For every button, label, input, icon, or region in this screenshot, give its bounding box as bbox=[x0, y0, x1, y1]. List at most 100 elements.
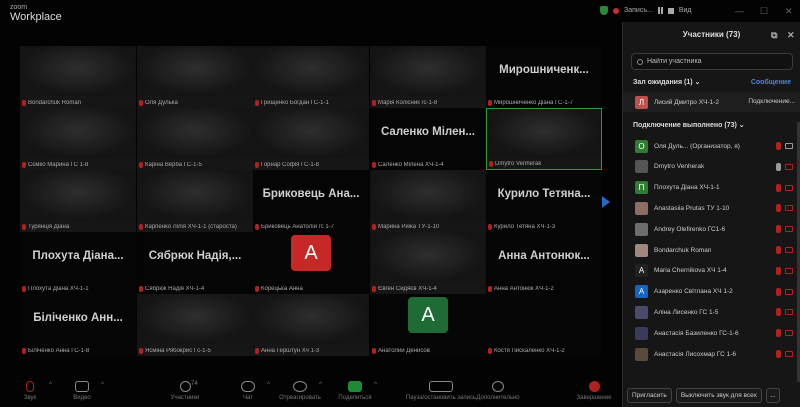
participant-row[interactable]: Анастасія Базиленко ГС-1-6 bbox=[623, 323, 800, 343]
invite-button[interactable]: Пригласить bbox=[627, 388, 672, 403]
video-tile[interactable]: Марина Рижа ТУ-1-10 bbox=[370, 170, 486, 232]
video-camera-off-icon[interactable] bbox=[785, 226, 793, 233]
microphone-muted-icon[interactable] bbox=[776, 266, 781, 275]
microphone-muted-icon[interactable] bbox=[776, 308, 781, 317]
video-tile[interactable]: A Корецька Анна bbox=[253, 232, 369, 294]
participant-row[interactable]: Andrey Olefirenko ГС1-6 bbox=[623, 219, 800, 239]
microphone-muted-icon[interactable] bbox=[776, 225, 781, 234]
stop-recording-icon[interactable] bbox=[667, 7, 674, 14]
video-tile[interactable]: Горнар Софія ГС-1-8 bbox=[253, 108, 369, 170]
minimize-icon[interactable]: — bbox=[735, 6, 744, 16]
participant-row[interactable]: О Оля Дуль... (Организатор, я) bbox=[623, 136, 800, 156]
maximize-icon[interactable]: ☐ bbox=[760, 6, 768, 17]
video-tile[interactable]: Bondarchuk Roman bbox=[20, 46, 136, 108]
video-tile[interactable]: Анна Герштун Хч 1-3 bbox=[253, 294, 369, 356]
video-tile[interactable]: Ясміна Рябокрис Гс-1-5 bbox=[137, 294, 253, 356]
video-tile[interactable]: Dmytro Venherak bbox=[486, 108, 602, 170]
tile-display-name: Мирошниченк... bbox=[499, 64, 589, 76]
end-meeting-button[interactable]: Завершение bbox=[564, 378, 624, 407]
share-screen-button[interactable]: ^ Поделиться bbox=[325, 378, 385, 407]
participant-search-input[interactable] bbox=[647, 58, 777, 65]
participant-name: Анастасія Базиленко ГС-1-6 bbox=[654, 329, 739, 337]
chevron-down-icon[interactable]: ⌄ bbox=[739, 122, 745, 129]
video-tile[interactable]: Євген Сидяєв ХЧ-1-4 bbox=[370, 232, 486, 294]
video-tile[interactable]: Анна Антонюк... Анна Антонюк ХЧ-1-2 bbox=[486, 232, 602, 294]
pause-recording-icon[interactable] bbox=[657, 7, 663, 14]
video-camera-icon[interactable] bbox=[785, 143, 793, 149]
video-tile[interactable]: Карпенко Лілія ХЧ-1-1 (староста) bbox=[137, 170, 253, 232]
video-camera-off-icon[interactable] bbox=[785, 247, 793, 253]
video-tile[interactable]: Саленко Мілен... Саленко Мілена ХЧ-1-4 bbox=[370, 108, 486, 170]
avatar bbox=[635, 243, 648, 257]
video-tile[interactable]: Мирошниченк... Мирошниченко Діана ГС-1-7 bbox=[486, 46, 602, 108]
close-panel-icon[interactable]: ✕ bbox=[787, 22, 795, 48]
participant-row[interactable]: A Maria Chernikova ХЧ 1-4 bbox=[623, 261, 800, 281]
video-tile[interactable]: Турянція Діана bbox=[20, 170, 136, 232]
security-shield-icon[interactable] bbox=[600, 6, 608, 15]
message-waiting-button[interactable]: Сообщение bbox=[751, 75, 791, 91]
video-camera-off-icon[interactable] bbox=[785, 205, 793, 212]
microphone-muted-icon[interactable] bbox=[776, 204, 781, 213]
close-window-icon[interactable]: ✕ bbox=[785, 6, 793, 17]
video-tile[interactable]: Костя Пискаленко ХЧ-1-2 bbox=[486, 294, 602, 356]
video-tile[interactable]: Курило Тетяна... Курило Тетяна ХЧ-1-3 bbox=[486, 170, 602, 232]
microphone-muted-icon[interactable] bbox=[776, 142, 781, 150]
tile-name-label: Карпенко Лілія ХЧ-1-1 (староста) bbox=[139, 224, 251, 230]
video-tile[interactable]: Плохута Діана... Плохута Діана ХЧ-1-1 bbox=[20, 232, 136, 294]
participant-row[interactable]: Anastasiia Prutas ТУ 1-10 bbox=[623, 198, 800, 218]
microphone-muted-icon[interactable] bbox=[776, 183, 781, 192]
video-camera-off-icon[interactable] bbox=[785, 288, 793, 295]
video-tile[interactable]: Грищенко Богдан ГС-1-1 bbox=[253, 46, 369, 108]
participant-row[interactable]: Dmytro Venherak bbox=[623, 157, 800, 177]
video-camera-off-icon[interactable] bbox=[785, 267, 793, 274]
microphone-muted-icon[interactable] bbox=[776, 329, 781, 338]
more-button[interactable]: Дополнительно bbox=[468, 378, 528, 407]
waiting-room-header[interactable]: Зал ожидания (1) ⌄ Сообщение bbox=[623, 75, 800, 91]
reactions-button[interactable]: ^ Отреагировать bbox=[270, 378, 330, 407]
video-camera-off-icon[interactable] bbox=[785, 309, 793, 316]
chat-button[interactable]: ^ Чат bbox=[218, 378, 278, 407]
participant-row[interactable]: A Азаренко Світлана ХЧ 1-2 bbox=[623, 282, 800, 302]
microphone-icon[interactable] bbox=[776, 162, 781, 171]
chevron-down-icon[interactable]: ⌄ bbox=[695, 79, 701, 86]
waiting-participant-row[interactable]: Л Лисий Дмитро ХЧ-1-2 Подключение... bbox=[623, 92, 800, 112]
search-icon bbox=[637, 58, 643, 65]
ellipsis-icon bbox=[492, 381, 504, 392]
video-button[interactable]: ^ Видео bbox=[52, 378, 112, 407]
participant-row[interactable]: Аліна Лисенко ГС 1-5 bbox=[623, 302, 800, 322]
video-tile[interactable]: Каріна Верба ГС-1-5 bbox=[137, 108, 253, 170]
connected-header[interactable]: Подключение выполнено (73) ⌄ bbox=[623, 118, 800, 134]
microphone-muted-icon bbox=[139, 162, 143, 168]
microphone-muted-icon[interactable] bbox=[776, 246, 781, 254]
microphone-muted-icon[interactable] bbox=[776, 350, 781, 358]
video-camera-off-icon[interactable] bbox=[785, 163, 793, 170]
more-options-button[interactable]: ... bbox=[765, 388, 780, 403]
participants-button[interactable]: 74 Участники bbox=[155, 378, 215, 407]
participant-row[interactable]: П Плохута Діана ХЧ-1-1 bbox=[623, 178, 800, 198]
view-button[interactable]: Вид bbox=[679, 7, 692, 14]
participant-row[interactable]: Анастасія Лисохмар ГС 1-6 bbox=[623, 344, 800, 364]
chevron-up-icon[interactable]: ^ bbox=[101, 382, 104, 388]
mute-button[interactable]: ^ Звук bbox=[0, 378, 60, 407]
video-tile[interactable]: Марія Колісник гс-1-8 bbox=[370, 46, 486, 108]
participant-row[interactable]: Bondarchuk Roman bbox=[623, 240, 800, 260]
video-tile[interactable]: A Анатолий Денисов bbox=[370, 294, 486, 356]
chevron-up-icon[interactable]: ^ bbox=[374, 382, 377, 388]
video-tile[interactable]: Сябрюк Надія,... Сябрюк Надія ХЧ-1-4 bbox=[137, 232, 253, 294]
video-tile[interactable]: Сємко Марина ГС 1-8 bbox=[20, 108, 136, 170]
microphone-muted-icon bbox=[22, 162, 26, 168]
video-camera-off-icon[interactable] bbox=[785, 184, 793, 191]
participant-name: Andrey Olefirenko ГС1-6 bbox=[654, 225, 726, 233]
tile-name-label: Dmytro Venherak bbox=[489, 161, 599, 167]
video-camera-off-icon[interactable] bbox=[785, 330, 793, 337]
mute-all-button[interactable]: Выключить звук для всех bbox=[675, 388, 762, 403]
video-tile[interactable]: Бриковець Ана... Бриковець Анатолій гс 1-… bbox=[253, 170, 369, 232]
chevron-up-icon[interactable]: ^ bbox=[319, 382, 322, 388]
pop-out-icon[interactable]: ⧉ bbox=[771, 22, 777, 48]
microphone-muted-icon[interactable] bbox=[776, 287, 781, 296]
next-page-arrow-icon[interactable] bbox=[602, 196, 610, 208]
video-tile[interactable]: Оля Дулька bbox=[137, 46, 253, 108]
video-camera-off-icon[interactable] bbox=[785, 351, 793, 357]
video-tile[interactable]: Біліченко Анн... Біліченко Анна ГС-1-8 bbox=[20, 294, 136, 356]
participant-search[interactable] bbox=[631, 53, 793, 70]
